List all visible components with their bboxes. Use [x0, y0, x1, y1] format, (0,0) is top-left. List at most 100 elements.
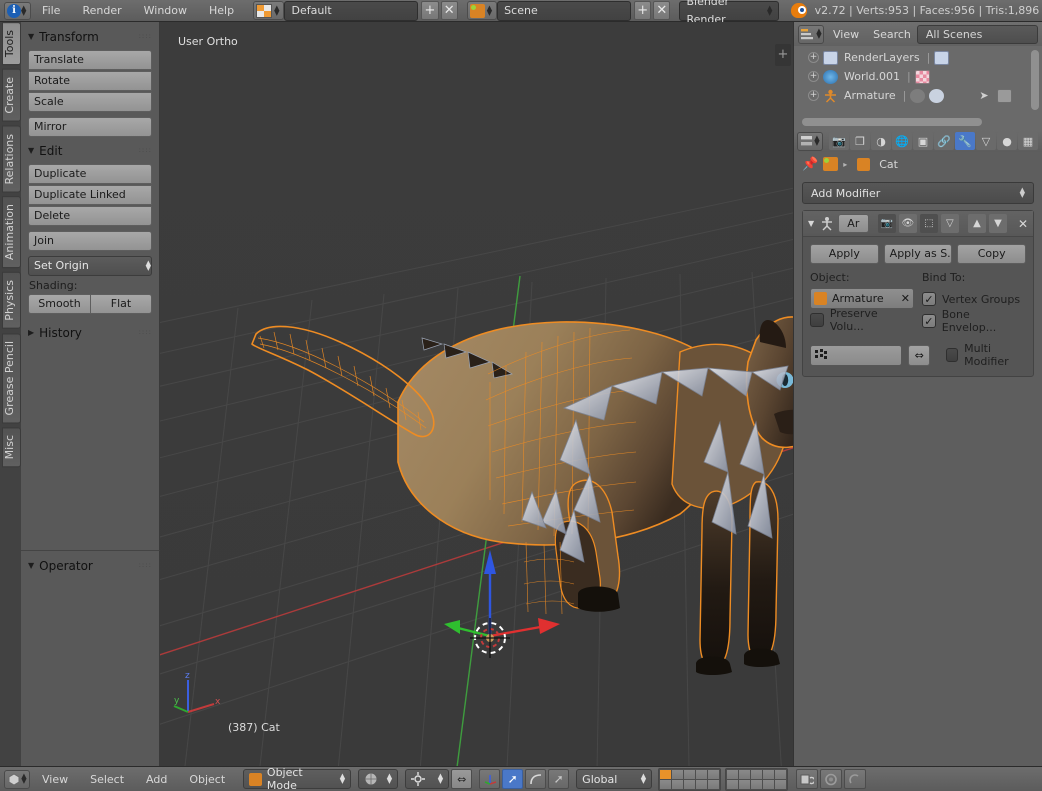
restrict-render-icon[interactable] [997, 89, 1012, 103]
transform-orientation-dropdown[interactable]: Global ▲▼ [576, 769, 652, 789]
render-engine-dropdown[interactable]: Blender Render ▲▼ [679, 1, 779, 21]
footer-menu-object[interactable]: Object [179, 770, 235, 789]
editor-type-spinner[interactable]: ▲▼ [21, 6, 26, 16]
outliner-menu-view[interactable]: View [833, 28, 859, 41]
manipulator-z-arrow[interactable] [484, 550, 496, 574]
apply-as-shapekey-button[interactable]: Apply as S... [884, 244, 953, 264]
tool-tab-grease-pencil[interactable]: Grease Pencil [2, 333, 21, 423]
transform-panel-header[interactable]: ▼ Transform :::: [28, 28, 152, 45]
modifier-name-field[interactable]: Ar [838, 214, 869, 233]
renderlayer-data-icon[interactable] [934, 51, 949, 65]
clip-icon[interactable] [844, 769, 866, 789]
object-icon[interactable] [823, 157, 838, 171]
outliner-scrollbar-vertical[interactable] [1031, 50, 1039, 110]
outliner-row-renderlayers[interactable]: + RenderLayers | [794, 48, 1042, 67]
multi-modifier-checkbox-icon[interactable] [946, 348, 958, 362]
menu-render[interactable]: Render [71, 2, 132, 20]
invert-vertex-group-button[interactable]: ⇔ [908, 345, 930, 366]
set-origin-dropdown[interactable]: Set Origin ▲▼ [28, 256, 152, 276]
viewport-toggle-icon[interactable]: 👁 [899, 214, 917, 233]
outliner-row-armature[interactable]: + Armature | ➤ [794, 86, 1042, 105]
arrow-manipulator-icon[interactable]: ➚ [548, 769, 569, 789]
constraints-tab-icon[interactable]: 🔗 [934, 132, 954, 150]
info-editor-selector[interactable]: i ▲▼ [4, 2, 31, 20]
tool-tab-create[interactable]: Create [2, 69, 21, 122]
viewport-shading-dropdown[interactable]: ▲▼ [358, 769, 398, 789]
texture-tab-icon[interactable]: ▦ [1018, 132, 1038, 150]
pin-icon[interactable]: 📌 [802, 157, 818, 172]
renderlayers-tab-icon[interactable]: ❐ [850, 132, 870, 150]
operator-panel-header[interactable]: ▼ Operator :::: [28, 557, 152, 574]
tool-tab-physics[interactable]: Physics [2, 272, 21, 329]
rotate-manipulator-icon[interactable]: ➚ [502, 769, 523, 789]
mirror-button[interactable]: Mirror [28, 117, 152, 137]
layout-name-field[interactable]: Default [284, 1, 418, 21]
data-tab-icon[interactable]: ▽ [976, 132, 996, 150]
tool-tab-relations[interactable]: Relations [2, 126, 21, 193]
expand-icon[interactable]: + [808, 52, 819, 63]
bone-envelopes-checkbox[interactable]: ✓ Bone Envelop... [922, 310, 1026, 332]
add-layout-button[interactable]: + [421, 1, 438, 20]
expand-icon[interactable]: + [808, 71, 819, 82]
expand-icon[interactable]: + [808, 90, 819, 101]
menu-window[interactable]: Window [133, 2, 198, 20]
material-tab-icon[interactable]: ● [997, 132, 1017, 150]
3d-viewport[interactable]: User Ortho (387) Cat + z x y [160, 22, 793, 766]
rotate-button[interactable]: Rotate [28, 71, 152, 91]
snap-during-transform-icon[interactable]: ⇔ [451, 769, 472, 789]
scale-manipulator-icon[interactable] [525, 769, 546, 789]
render-preview-icon[interactable] [820, 769, 842, 789]
layer-group-1[interactable] [658, 768, 721, 791]
duplicate-button[interactable]: Duplicate [28, 164, 152, 184]
add-modifier-dropdown[interactable]: Add Modifier ▲▼ [802, 182, 1034, 204]
viewport-panel-toggle[interactable]: + [775, 44, 791, 66]
outliner-scrollbar-horizontal[interactable] [802, 118, 982, 126]
shade-flat-button[interactable]: Flat [90, 294, 152, 314]
join-button[interactable]: Join [28, 231, 152, 251]
move-up-button[interactable]: ▲ [968, 214, 986, 233]
duplicate-linked-button[interactable]: Duplicate Linked [28, 185, 152, 205]
copy-button[interactable]: Copy [957, 244, 1026, 264]
footer-menu-add[interactable]: Add [136, 770, 177, 789]
collapse-triangle-icon[interactable]: ▼ [808, 219, 814, 228]
delete-scene-button[interactable]: ✕ [653, 1, 670, 20]
properties-editor-icon[interactable]: ▲▼ [797, 132, 823, 151]
history-panel-header[interactable]: ▶ History :::: [28, 324, 152, 341]
translate-manipulator-icon[interactable] [479, 769, 500, 789]
edit-panel-header[interactable]: ▼ Edit :::: [28, 142, 152, 159]
scene-name-field[interactable]: Scene [497, 1, 631, 21]
manipulator-x-arrow[interactable] [538, 618, 560, 634]
shade-smooth-button[interactable]: Smooth [28, 294, 90, 314]
vertex-groups-checkbox[interactable]: ✓ Vertex Groups [922, 288, 1026, 310]
footer-menu-view[interactable]: View [32, 770, 78, 789]
translate-button[interactable]: Translate [28, 50, 152, 70]
tool-tab-animation[interactable]: Animation [2, 196, 21, 268]
transform-manipulator[interactable] [160, 22, 793, 766]
edit-mode-toggle-icon[interactable]: ⬚ [920, 214, 938, 233]
move-down-button[interactable]: ▼ [989, 214, 1007, 233]
vertex-group-field[interactable] [810, 345, 902, 366]
outliner-editor-icon[interactable]: ▲▼ [798, 25, 824, 44]
interaction-mode-dropdown[interactable]: Object Mode ▲▼ [243, 769, 351, 789]
render-tab-icon[interactable]: 📷 [829, 132, 849, 150]
clear-object-button[interactable]: ✕ [901, 292, 910, 305]
restrict-view-icon[interactable] [948, 89, 963, 103]
render-toggle-icon[interactable]: 📷 [878, 214, 896, 233]
screen-layout-selector[interactable]: ▲▼ [253, 1, 284, 20]
lock-icon[interactable] [796, 769, 818, 789]
scene-selector[interactable]: ▲▼ [467, 1, 497, 20]
apply-button[interactable]: Apply [810, 244, 879, 264]
view3d-editor-icon[interactable]: ▲▼ [4, 770, 30, 789]
modifiers-tab-icon[interactable]: 🔧 [955, 132, 975, 150]
cage-toggle-icon[interactable]: ▽ [941, 214, 959, 233]
layout-spinner[interactable]: ▲▼ [274, 6, 279, 16]
preserve-volume-checkbox[interactable]: Preserve Volu... [810, 309, 914, 331]
object-tab-icon[interactable]: ▣ [913, 132, 933, 150]
outliner-row-world[interactable]: + World.001 | [794, 67, 1042, 86]
armature-object-field[interactable]: Armature ✕ [810, 288, 914, 309]
scale-button[interactable]: Scale [28, 92, 152, 112]
delete-button[interactable]: Delete [28, 206, 152, 226]
menu-help[interactable]: Help [198, 2, 245, 20]
tool-tab-tools[interactable]: Tools [2, 22, 21, 65]
armature-data-icon[interactable] [929, 89, 944, 103]
